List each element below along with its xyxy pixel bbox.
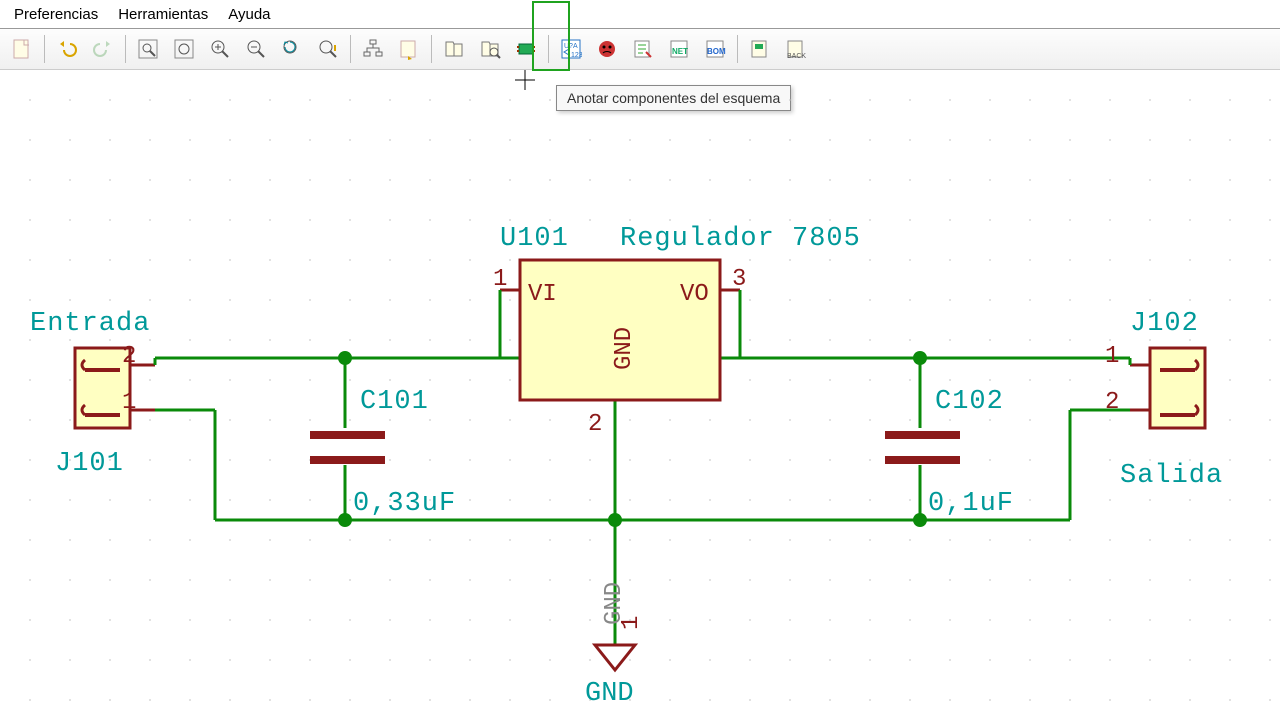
menu-bar: Preferencias Herramientas Ayuda <box>0 0 1280 28</box>
u101-vi: VI <box>528 281 557 308</box>
bom-icon[interactable]: BOM <box>699 33 731 65</box>
u101-p2: 2 <box>588 411 602 438</box>
j101-name: Entrada <box>30 309 150 339</box>
hierarchy-icon[interactable] <box>357 33 389 65</box>
netlist-icon[interactable]: NET <box>663 33 695 65</box>
j102-p1: 1 <box>1105 343 1119 370</box>
schematic-drawing: U101 Regulador 7805 VI VO GND 1 3 2 C101… <box>0 70 1280 720</box>
j101-ref: J101 <box>55 449 124 479</box>
c102-val: 0,1uF <box>928 489 1014 519</box>
j101-p2: 2 <box>122 343 136 370</box>
zoom-out-icon[interactable] <box>240 33 272 65</box>
svg-text:U?A: U?A <box>564 43 578 50</box>
gnd-sym: GND <box>601 582 628 625</box>
u101-gnd: GND <box>611 327 638 370</box>
zoom-fit-icon[interactable] <box>168 33 200 65</box>
u101-name: Regulador 7805 <box>620 224 861 254</box>
c101-ref: C101 <box>360 387 429 417</box>
j102-name: Salida <box>1120 461 1223 491</box>
library-search-icon[interactable] <box>474 33 506 65</box>
c101-val: 0,33uF <box>353 489 456 519</box>
svg-text:NET: NET <box>672 47 688 56</box>
zoom-auto-icon[interactable] <box>312 33 344 65</box>
zoom-in-icon[interactable] <box>204 33 236 65</box>
u101-ref: U101 <box>500 224 569 254</box>
j101-p1: 1 <box>122 389 136 416</box>
undo-icon[interactable] <box>51 33 83 65</box>
j102-p2: 2 <box>1105 389 1119 416</box>
menu-tools[interactable]: Herramientas <box>108 4 218 25</box>
toolbar: U?A 123 NET BOM BACK <box>0 28 1280 70</box>
c102-ref: C102 <box>935 387 1004 417</box>
zoom-window-icon[interactable] <box>132 33 164 65</box>
schematic-canvas[interactable]: U101 Regulador 7805 VI VO GND 1 3 2 C101… <box>0 70 1280 720</box>
j102-ref: J102 <box>1130 309 1199 339</box>
footprint-icon[interactable] <box>510 33 542 65</box>
u101-vo: VO <box>680 281 709 308</box>
library-browse-icon[interactable] <box>438 33 470 65</box>
new-file-icon[interactable] <box>6 33 38 65</box>
pcb-icon[interactable] <box>744 33 776 65</box>
svg-text:BOM: BOM <box>707 47 726 56</box>
erc-icon[interactable] <box>591 33 623 65</box>
svg-text:123: 123 <box>571 52 582 59</box>
redo-icon[interactable] <box>87 33 119 65</box>
cvpcb-icon[interactable] <box>627 33 659 65</box>
zoom-redraw-icon[interactable] <box>276 33 308 65</box>
back-icon[interactable]: BACK <box>780 33 812 65</box>
annotate-icon[interactable]: U?A 123 <box>555 33 587 65</box>
leave-sheet-icon[interactable] <box>393 33 425 65</box>
menu-help[interactable]: Ayuda <box>218 4 280 25</box>
gnd-label: GND <box>585 679 634 709</box>
menu-preferences[interactable]: Preferencias <box>4 4 108 25</box>
svg-text:BACK: BACK <box>787 53 806 60</box>
